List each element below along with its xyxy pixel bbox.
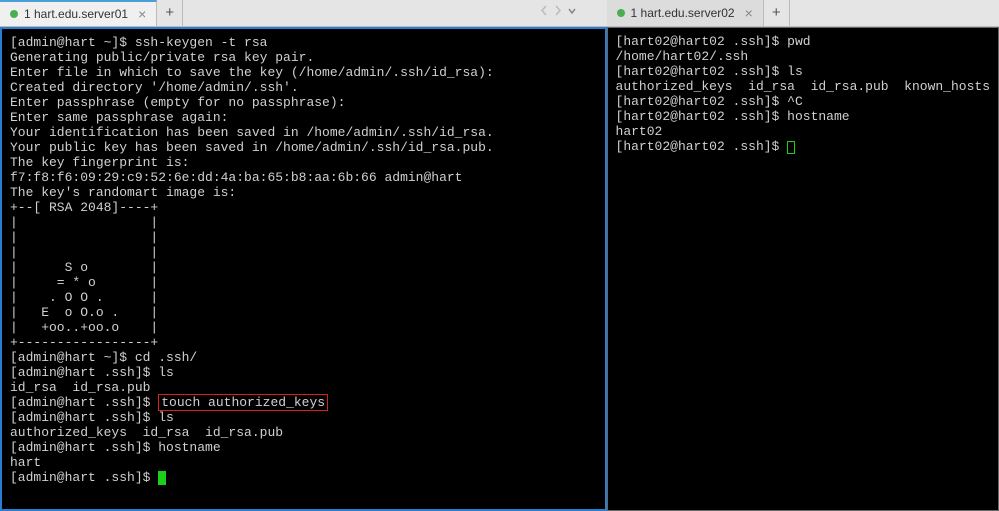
terminal-line: authorized_keys id_rsa id_rsa.pub known_… (616, 79, 990, 94)
terminal-line: +--[ RSA 2048]----+ (10, 200, 597, 215)
chevron-left-icon[interactable] (539, 4, 549, 17)
tabbar-left: 1 hart.edu.server01 × + (0, 0, 607, 27)
terminal-line: id_rsa id_rsa.pub (10, 380, 597, 395)
terminal-line: Enter file in which to save the key (/ho… (10, 65, 597, 80)
new-tab-button[interactable]: + (764, 0, 790, 26)
tab-label: 1 hart.edu.server01 (24, 7, 128, 22)
terminal-line: | | (10, 245, 597, 260)
chevron-right-icon[interactable] (553, 4, 563, 17)
cursor-icon (158, 471, 166, 485)
tab-server01[interactable]: 1 hart.edu.server01 × (0, 0, 157, 26)
terminal-line: The key's randomart image is: (10, 185, 597, 200)
cursor-icon (787, 141, 795, 154)
terminal-line: [hart02@hart02 .ssh]$ pwd (616, 34, 990, 49)
terminal-line: | E o O.o . | (10, 305, 597, 320)
terminal-line: | = * o | (10, 275, 597, 290)
terminal-line: hart02 (616, 124, 990, 139)
dropdown-icon[interactable] (567, 4, 577, 17)
terminal-line: Created directory '/home/admin/.ssh'. (10, 80, 597, 95)
split-container: 1 hart.edu.server01 × + [admin@hart ~]$ … (0, 0, 999, 511)
terminal-line: [hart02@hart02 .ssh]$ ls (616, 64, 990, 79)
terminal-line: Generating public/private rsa key pair. (10, 50, 597, 65)
terminal-line: [admin@hart ~]$ cd .ssh/ (10, 350, 597, 365)
new-tab-button[interactable]: + (157, 0, 183, 26)
status-dot-icon (10, 10, 18, 18)
terminal-line: [hart02@hart02 .ssh]$ ^C (616, 94, 990, 109)
terminal-line: [hart02@hart02 .ssh]$ hostname (616, 109, 990, 124)
terminal-line: | . O O . | (10, 290, 597, 305)
terminal-line: Your identification has been saved in /h… (10, 125, 597, 140)
terminal-line: [admin@hart .ssh]$ hostname (10, 440, 597, 455)
terminal-line: [admin@hart .ssh]$ ls (10, 410, 597, 425)
terminal-line: hart (10, 455, 597, 470)
tab-nav-arrows (539, 4, 577, 17)
terminal-line: +-----------------+ (10, 335, 597, 350)
terminal-line: [admin@hart ~]$ ssh-keygen -t rsa (10, 35, 597, 50)
terminal-server02[interactable]: [hart02@hart02 .ssh]$ pwd/home/hart02/.s… (607, 27, 999, 511)
terminal-line: [admin@hart .ssh]$ ls (10, 365, 597, 380)
terminal-line: [hart02@hart02 .ssh]$ (616, 139, 990, 154)
terminal-line: /home/hart02/.ssh (616, 49, 990, 64)
pane-server02: 1 hart.edu.server02 × + [hart02@hart02 .… (607, 0, 999, 511)
terminal-line: authorized_keys id_rsa id_rsa.pub (10, 425, 597, 440)
terminal-line: | | (10, 230, 597, 245)
terminal-line: | +oo..+oo.o | (10, 320, 597, 335)
close-icon[interactable]: × (745, 6, 753, 21)
tabbar-right: 1 hart.edu.server02 × + (607, 0, 999, 27)
terminal-line: Your public key has been saved in /home/… (10, 140, 597, 155)
terminal-line: [admin@hart .ssh]$ touch authorized_keys (10, 395, 597, 410)
terminal-line: | S o | (10, 260, 597, 275)
highlighted-command: touch authorized_keys (158, 394, 328, 411)
terminal-line: Enter passphrase (empty for no passphras… (10, 95, 597, 110)
terminal-line: Enter same passphrase again: (10, 110, 597, 125)
pane-server01: 1 hart.edu.server01 × + [admin@hart ~]$ … (0, 0, 607, 511)
status-dot-icon (617, 9, 625, 17)
tab-label: 1 hart.edu.server02 (631, 6, 735, 21)
terminal-server01[interactable]: [admin@hart ~]$ ssh-keygen -t rsaGenerat… (0, 27, 607, 511)
tab-server02[interactable]: 1 hart.edu.server02 × (607, 0, 764, 26)
close-icon[interactable]: × (138, 7, 146, 22)
terminal-line: [admin@hart .ssh]$ (10, 470, 597, 485)
terminal-line: The key fingerprint is: (10, 155, 597, 170)
terminal-line: | | (10, 215, 597, 230)
terminal-line: f7:f8:f6:09:29:c9:52:6e:dd:4a:ba:65:b8:a… (10, 170, 597, 185)
